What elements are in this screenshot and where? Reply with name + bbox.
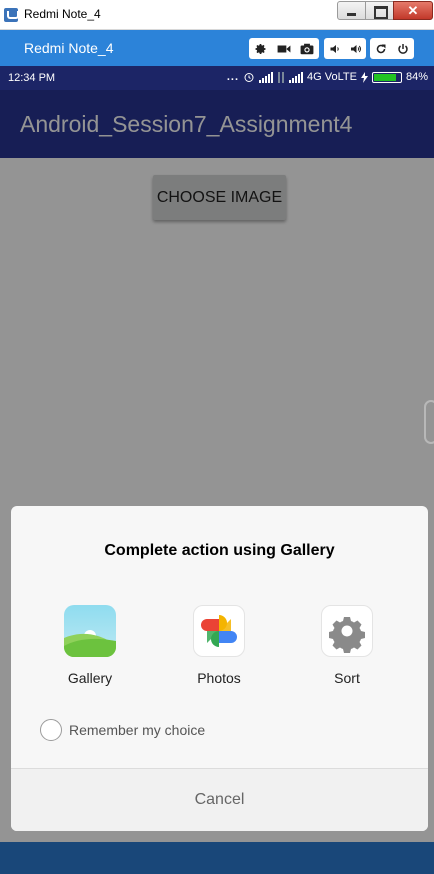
camera-icon [300, 43, 313, 54]
volume-down-icon [330, 44, 339, 53]
battery-icon [371, 71, 402, 83]
data-transfer-icon [278, 71, 284, 83]
option-photos[interactable]: Photos [167, 605, 271, 686]
close-window-button[interactable]: ✕ [393, 1, 433, 20]
network-type: 4G VoLTE [307, 71, 357, 83]
screenshot-button[interactable] [295, 38, 318, 59]
status-bar: 12:34 PM ... 4G VoLTE 84% [0, 66, 434, 90]
option-label: Gallery [67, 670, 113, 686]
dialog-title: Complete action using Gallery [104, 542, 335, 559]
chooser-dialog: Complete action using Gallery Gallery Ph… [11, 506, 428, 831]
volume-up-button[interactable] [345, 38, 366, 59]
gear-icon [255, 43, 265, 54]
gear-icon [321, 605, 373, 657]
volume-up-icon [350, 44, 361, 53]
option-label: Sort [334, 670, 360, 686]
window-title: Redmi Note_4 [24, 7, 101, 21]
gallery-icon [64, 605, 116, 657]
signal-icon-2 [289, 71, 304, 83]
emulator-toolbar: Redmi Note_4 [0, 30, 434, 66]
remember-choice[interactable]: Remember my choice [40, 719, 205, 741]
option-sort[interactable]: Sort [295, 605, 399, 686]
alarm-icon [244, 73, 254, 82]
close-icon: ✕ [407, 3, 419, 18]
status-time: 12:34 PM [8, 72, 56, 84]
remember-radio[interactable] [40, 719, 62, 741]
signal-icon [259, 71, 274, 83]
minimize-button[interactable] [337, 1, 366, 20]
app-window-icon [4, 8, 19, 22]
power-button[interactable] [392, 38, 414, 59]
option-gallery[interactable]: Gallery [38, 605, 142, 686]
battery-level [373, 73, 396, 81]
notification-dots: ... [226, 71, 240, 83]
video-record-button[interactable] [272, 38, 295, 59]
emulator-tools-group [249, 38, 319, 59]
remember-label: Remember my choice [69, 722, 206, 738]
google-photos-icon [193, 605, 245, 657]
rotate-icon [376, 44, 386, 53]
cancel-button[interactable]: Cancel [11, 769, 428, 831]
maximize-button[interactable] [365, 1, 394, 20]
battery-percent: 84% [405, 71, 428, 83]
settings-button[interactable] [249, 38, 272, 59]
device-control-group [370, 38, 414, 59]
status-icons: ... 4G VoLTE 84% [227, 71, 428, 83]
video-camera-icon [277, 45, 290, 52]
side-handle[interactable] [424, 400, 434, 444]
rotate-button[interactable] [370, 38, 392, 59]
power-icon [398, 43, 408, 54]
charging-icon [360, 71, 368, 83]
volume-down-button[interactable] [324, 38, 345, 59]
window-title-bar: Redmi Note_4 ✕ [0, 0, 434, 30]
volume-group [324, 38, 366, 59]
option-label: Photos [197, 670, 241, 686]
emulator-title: Redmi Note_4 [24, 40, 114, 56]
